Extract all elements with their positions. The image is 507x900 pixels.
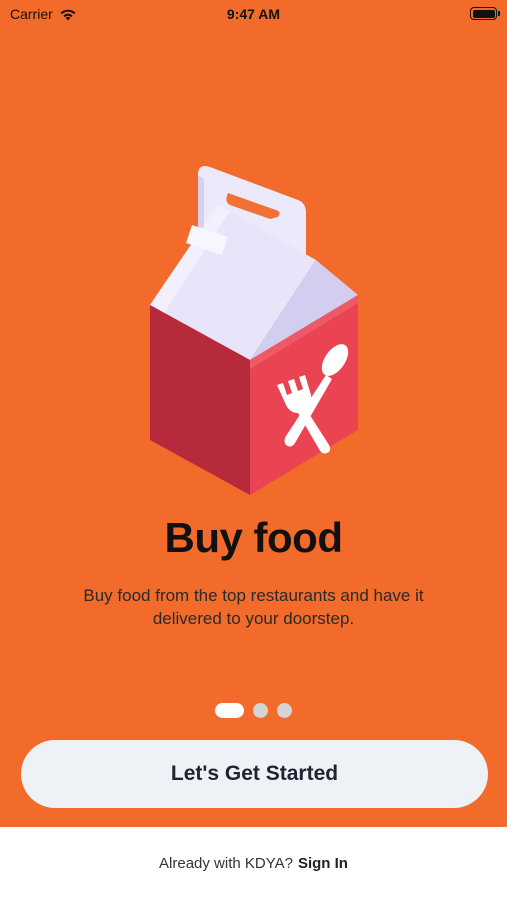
battery-level: [472, 9, 495, 18]
status-bar: Carrier 9:47 AM: [0, 0, 507, 28]
page-indicator[interactable]: [0, 703, 507, 718]
hero-panel: Carrier 9:47 AM Buy food Buy food from t…: [0, 0, 507, 827]
page-dot-active[interactable]: [215, 703, 244, 718]
clock: 9:47 AM: [226, 6, 281, 22]
page-dot[interactable]: [277, 703, 292, 718]
onboarding-title: Buy food: [164, 514, 343, 561]
page-dot[interactable]: [253, 703, 268, 718]
battery-icon: [470, 7, 500, 20]
onboarding-screen: Carrier 9:47 AM Buy food Buy food from t…: [0, 0, 507, 900]
food-delivery-box-icon: [150, 166, 358, 495]
get-started-button[interactable]: Let's Get Started: [21, 740, 488, 808]
onboarding-description: Buy food from the top restaurants and ha…: [83, 586, 424, 628]
account-prompt: Already with KDYA?: [159, 855, 293, 872]
sign-in-link[interactable]: Sign In: [298, 855, 348, 872]
sign-in-footer: Already with KDYA? Sign In: [0, 827, 507, 900]
